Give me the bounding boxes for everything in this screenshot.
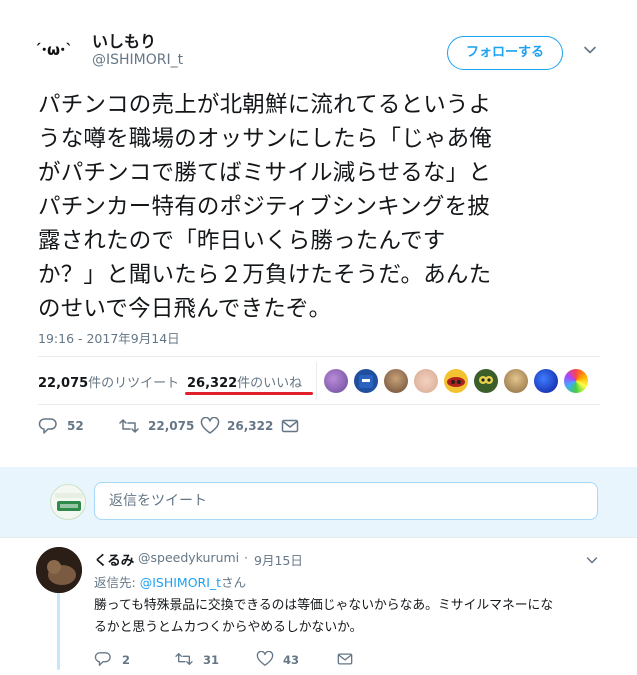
liker-avatar[interactable] [354, 369, 378, 393]
reply-icon [94, 652, 111, 666]
direct-message-action[interactable] [337, 650, 357, 670]
current-user-avatar[interactable] [50, 484, 86, 520]
follow-button[interactable]: フォローする [447, 36, 563, 70]
reply-actions: 2 31 43 [94, 650, 394, 668]
likes-stat-count: 26,322 [187, 376, 238, 391]
reply-text: 勝っても特殊景品に交換できるのは等価じゃないからなあ。ミサイルマネーにな るかと… [94, 598, 554, 635]
reply-to-handle[interactable]: @ISHIMORI_t [140, 575, 221, 590]
like-action[interactable]: 26,322 [200, 416, 280, 436]
tweet-actions: 52 22,075 26,322 [38, 416, 338, 436]
divider [38, 404, 600, 405]
reply-author-handle[interactable]: @speedykurumi [138, 550, 239, 565]
reply-count: 52 [67, 419, 84, 433]
divider [38, 356, 600, 357]
reply-input[interactable]: 返信をツイート [94, 482, 598, 520]
author-handle[interactable]: @ISHIMORI_t [92, 52, 183, 68]
reply-tweet[interactable]: くるみ @speedykurumi · 9月15日 返信先: @ISHIMORI… [0, 537, 637, 675]
reply-date[interactable]: 9月15日 [254, 550, 303, 569]
liker-avatar[interactable] [474, 369, 498, 393]
stats-separator [316, 362, 317, 400]
chevron-down-icon[interactable] [585, 553, 599, 567]
reply-composer: 返信をツイート [0, 467, 637, 537]
retweet-icon [175, 653, 193, 665]
liker-avatar[interactable] [444, 369, 468, 393]
envelope-icon [337, 653, 353, 665]
author-display-name[interactable]: いしもり [92, 28, 156, 52]
retweet-count: 31 [203, 653, 220, 667]
like-action[interactable]: 43 [256, 650, 306, 670]
likes-stat-label: 件のいいね [237, 376, 303, 391]
like-count: 43 [283, 653, 300, 667]
liker-avatar[interactable] [414, 369, 438, 393]
like-count: 26,322 [227, 419, 274, 433]
reply-count: 2 [122, 653, 131, 667]
reply-action[interactable]: 52 [38, 416, 88, 436]
retweet-action[interactable]: 31 [174, 650, 224, 670]
retweet-count: 22,075 [148, 419, 195, 433]
retweets-stat-label: 件のリツイート [88, 376, 180, 391]
author-avatar[interactable]: ´･ω･` [34, 31, 84, 69]
retweet-icon [119, 419, 139, 433]
liker-avatar[interactable] [384, 369, 408, 393]
likes-stat[interactable]: 26,322件のいいね [187, 372, 302, 391]
reply-author-avatar[interactable] [36, 547, 82, 593]
likes-highlight-underline [185, 392, 313, 395]
thread-line [57, 592, 60, 670]
reply-icon [38, 418, 57, 434]
reply-to-suffix: さん [221, 575, 247, 590]
heart-icon [256, 651, 274, 666]
reply-to: 返信先: @ISHIMORI_tさん [94, 572, 246, 591]
tweet-text: パチンコの売上が北朝鮮に流れてるというよ うな噂を職場のオッサンにしたら「じゃあ… [38, 92, 493, 322]
liker-avatar[interactable] [564, 369, 588, 393]
retweets-stat-count: 22,075 [38, 376, 89, 391]
retweet-action[interactable]: 22,075 [118, 416, 198, 436]
tweet-header: ´･ω･` いしもり @ISHIMORI_t フォローする [34, 26, 614, 76]
chevron-down-icon[interactable] [582, 42, 598, 58]
direct-message-action[interactable] [281, 416, 301, 436]
reply-action[interactable]: 2 [94, 650, 134, 670]
liker-avatar[interactable] [504, 369, 528, 393]
retweets-stat[interactable]: 22,075件のリツイート [38, 372, 179, 391]
tweet-timestamp[interactable]: 19:16 - 2017年9月14日 [38, 328, 180, 347]
reply-separator: · [244, 550, 248, 565]
liker-avatar[interactable] [534, 369, 558, 393]
envelope-icon [281, 419, 299, 433]
heart-icon [200, 417, 220, 434]
reply-to-label: 返信先: [94, 575, 136, 590]
liker-avatar[interactable] [324, 369, 348, 393]
reply-author-name[interactable]: くるみ [94, 549, 134, 569]
